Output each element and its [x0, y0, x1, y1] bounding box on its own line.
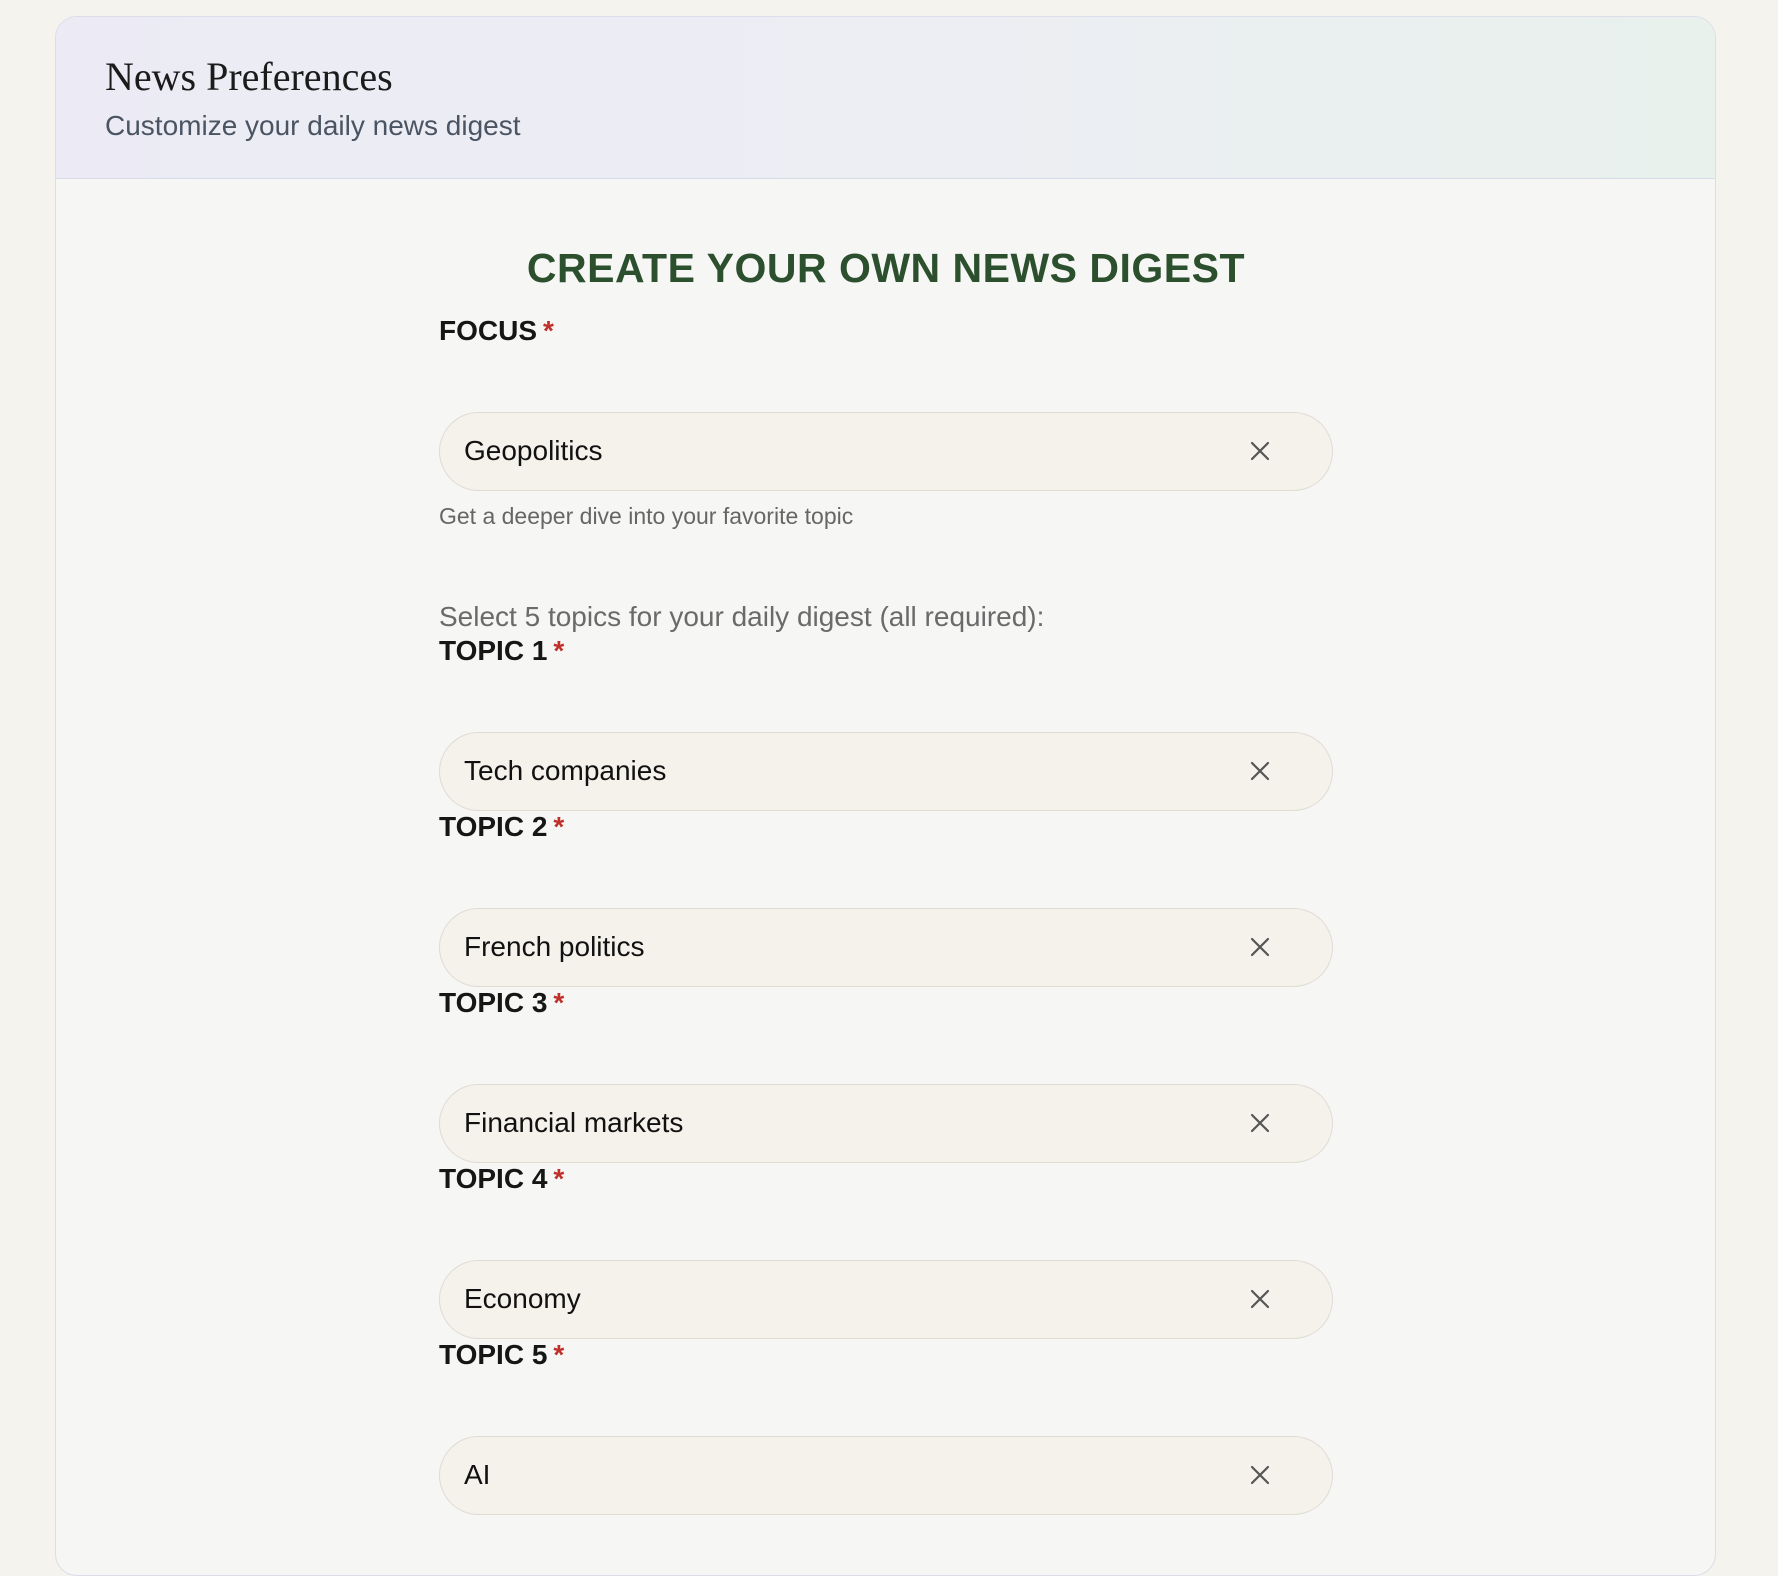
topics-instruction: Select 5 topics for your daily digest (a… — [439, 601, 1045, 632]
topic-5-field — [439, 1436, 1333, 1515]
clear-topic-3-button[interactable] — [1238, 1101, 1282, 1145]
topic-3-input[interactable] — [464, 1085, 1224, 1161]
close-icon — [1250, 441, 1270, 461]
close-icon — [1250, 1465, 1270, 1485]
focus-helper-text: Get a deeper dive into your favorite top… — [439, 503, 854, 529]
focus-input[interactable] — [464, 413, 1224, 489]
required-marker: * — [553, 1163, 565, 1194]
topic-3-field — [439, 1084, 1333, 1163]
topic-1-field — [439, 732, 1333, 811]
close-icon — [1250, 1113, 1270, 1133]
topic-2-field — [439, 908, 1333, 987]
topic-1-input[interactable] — [464, 733, 1224, 809]
topic-4-label: TOPIC 4 * — [439, 1163, 564, 1195]
required-marker: * — [543, 315, 554, 346]
topic-5-input[interactable] — [464, 1437, 1224, 1513]
form-heading: CREATE YOUR OWN NEWS DIGEST — [526, 245, 1246, 291]
topic-5-label-text: TOPIC 5 — [439, 1339, 548, 1370]
close-icon — [1250, 1289, 1270, 1309]
topic-4-label-text: TOPIC 4 — [439, 1163, 548, 1194]
topic-4-input[interactable] — [464, 1261, 1224, 1337]
topic-5-label: TOPIC 5 * — [439, 1339, 564, 1371]
clear-focus-button[interactable] — [1238, 429, 1282, 473]
clear-topic-5-button[interactable] — [1238, 1453, 1282, 1497]
topic-3-label: TOPIC 3 * — [439, 987, 564, 1019]
page-subtitle: Customize your daily news digest — [105, 110, 521, 141]
topic-2-label: TOPIC 2 * — [439, 811, 564, 843]
required-marker: * — [553, 811, 565, 842]
topic-4-field — [439, 1260, 1333, 1339]
close-icon — [1250, 761, 1270, 781]
page-title: News Preferences — [105, 54, 393, 99]
clear-topic-4-button[interactable] — [1238, 1277, 1282, 1321]
topic-1-label: TOPIC 1 * — [439, 635, 564, 667]
topic-2-input[interactable] — [464, 909, 1224, 985]
required-marker: * — [553, 987, 565, 1018]
focus-field — [439, 412, 1333, 491]
required-marker: * — [553, 635, 565, 666]
topic-3-label-text: TOPIC 3 — [439, 987, 548, 1018]
clear-topic-1-button[interactable] — [1238, 749, 1282, 793]
card-header: News Preferences Customize your daily ne… — [56, 17, 1715, 179]
topic-2-label-text: TOPIC 2 — [439, 811, 548, 842]
clear-topic-2-button[interactable] — [1238, 925, 1282, 969]
required-marker: * — [553, 1339, 565, 1370]
topic-1-label-text: TOPIC 1 — [439, 635, 548, 666]
preferences-card: News Preferences Customize your daily ne… — [55, 16, 1716, 1576]
focus-label-text: FOCUS — [439, 315, 537, 346]
focus-label: FOCUS * — [439, 315, 554, 347]
close-icon — [1250, 937, 1270, 957]
